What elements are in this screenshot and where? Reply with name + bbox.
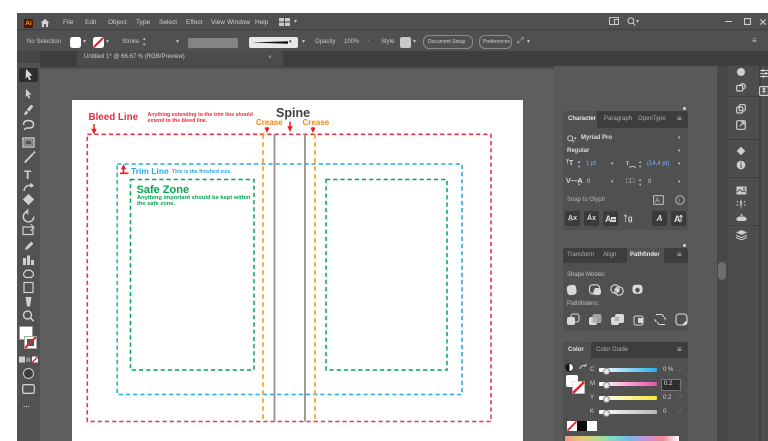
- svg-text:A: A: [674, 214, 681, 223]
- svg-text:A: A: [655, 198, 660, 205]
- svg-text:A: A: [605, 214, 612, 223]
- svg-text:T: T: [24, 168, 32, 182]
- svg-text:i: i: [678, 197, 679, 204]
